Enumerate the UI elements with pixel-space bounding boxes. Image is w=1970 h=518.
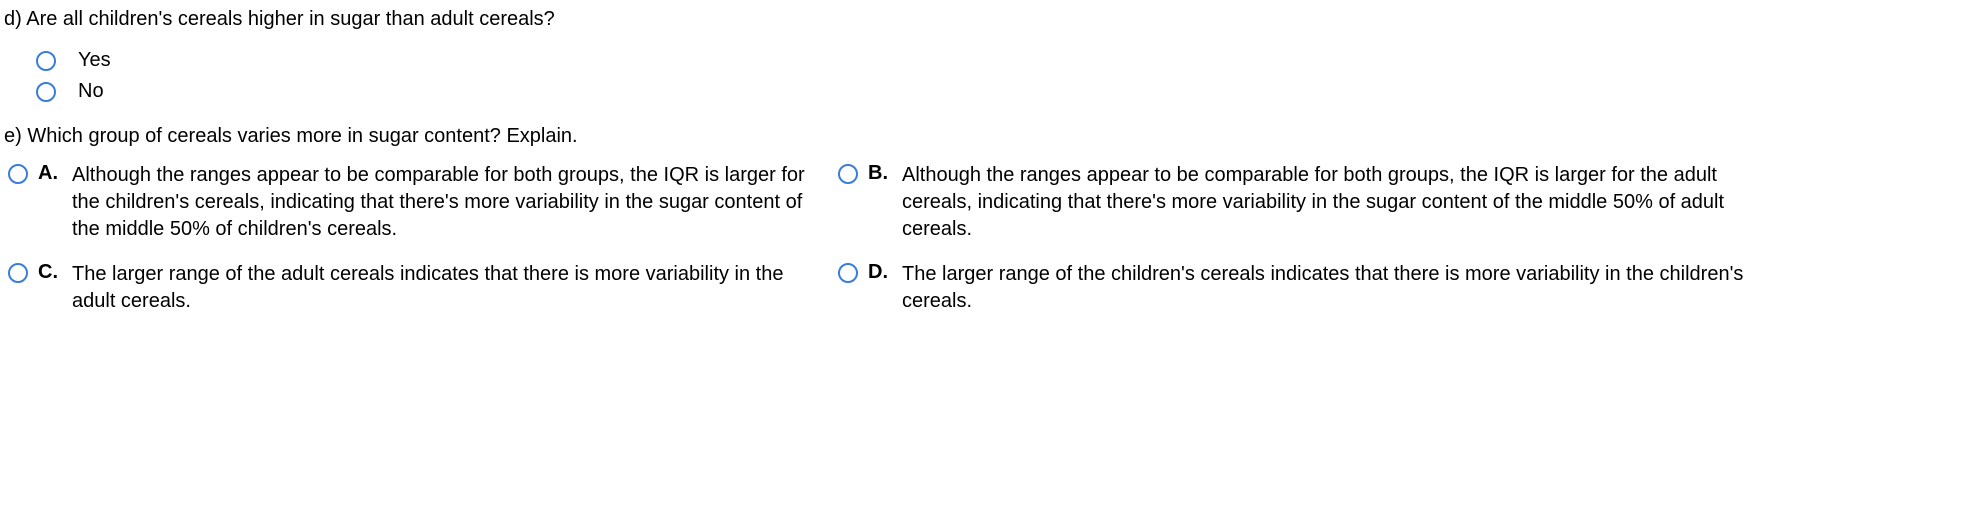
radio-choice-d[interactable]: [838, 263, 858, 283]
radio-yes[interactable]: [36, 51, 56, 71]
radio-choice-c[interactable]: [8, 263, 28, 283]
choice-d-letter: D.: [868, 261, 890, 284]
option-no-row: No: [36, 80, 1966, 103]
radio-choice-b[interactable]: [838, 164, 858, 184]
choice-c-letter: C.: [38, 261, 60, 284]
question-e-prompt: e) Which group of cereals varies more in…: [4, 125, 1966, 148]
choice-b-text: Although the ranges appear to be compara…: [902, 162, 1778, 243]
choice-b: B. Although the ranges appear to be comp…: [838, 162, 1778, 243]
choice-d-text: The larger range of the children's cerea…: [902, 261, 1778, 315]
question-d-prompt: d) Are all children's cereals higher in …: [4, 8, 1966, 31]
choice-c-text: The larger range of the adult cereals in…: [72, 261, 818, 315]
option-yes-label: Yes: [78, 49, 111, 72]
choice-c: C. The larger range of the adult cereals…: [8, 261, 818, 315]
choice-a: A. Although the ranges appear to be comp…: [8, 162, 818, 243]
choice-b-letter: B.: [868, 162, 890, 185]
choice-a-text: Although the ranges appear to be compara…: [72, 162, 818, 243]
choice-a-letter: A.: [38, 162, 60, 185]
choice-d: D. The larger range of the children's ce…: [838, 261, 1778, 315]
option-yes-row: Yes: [36, 49, 1966, 72]
radio-choice-a[interactable]: [8, 164, 28, 184]
option-no-label: No: [78, 80, 104, 103]
question-d-options: Yes No: [36, 49, 1966, 103]
radio-no[interactable]: [36, 82, 56, 102]
question-e-choices: A. Although the ranges appear to be comp…: [8, 162, 1966, 315]
